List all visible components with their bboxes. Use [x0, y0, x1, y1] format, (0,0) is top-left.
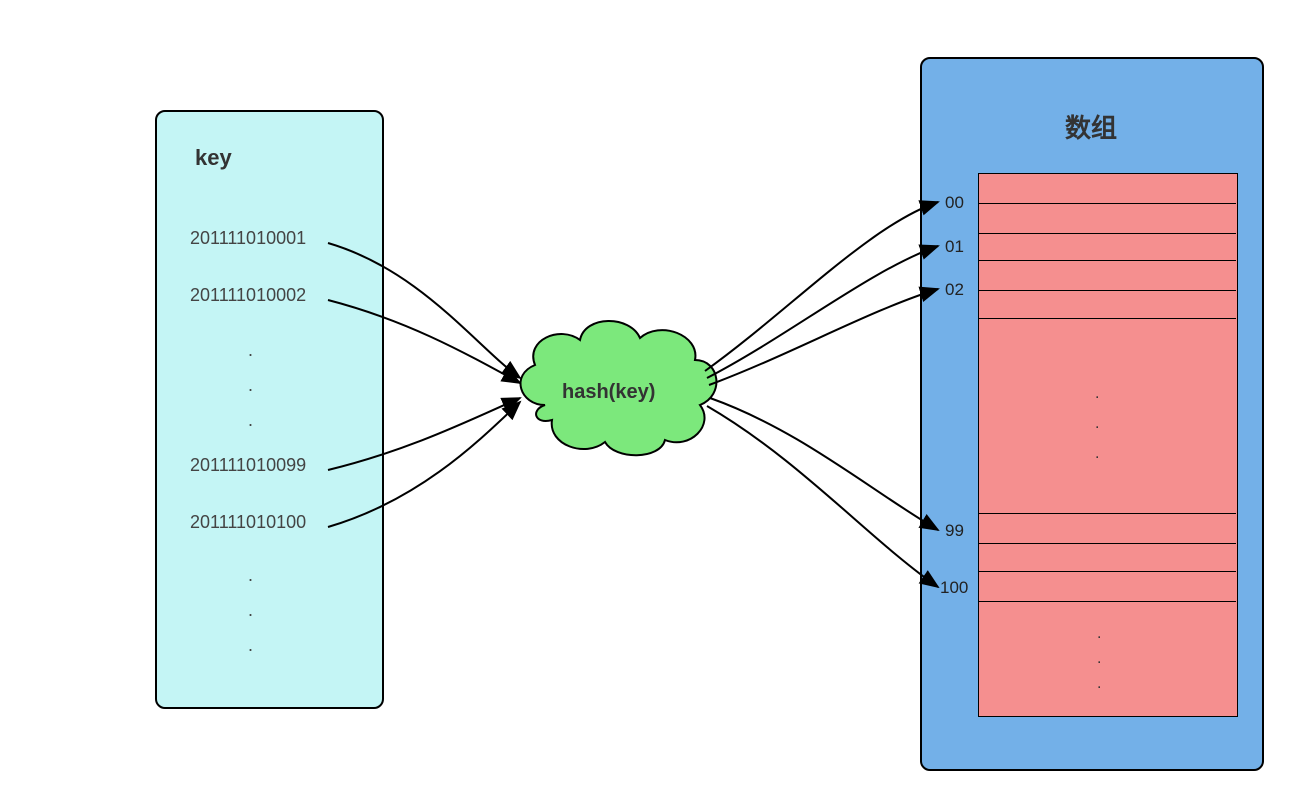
arrows-right: [705, 202, 938, 587]
hash-cloud-label: hash(key): [562, 381, 655, 404]
arrows-left: [328, 243, 520, 527]
